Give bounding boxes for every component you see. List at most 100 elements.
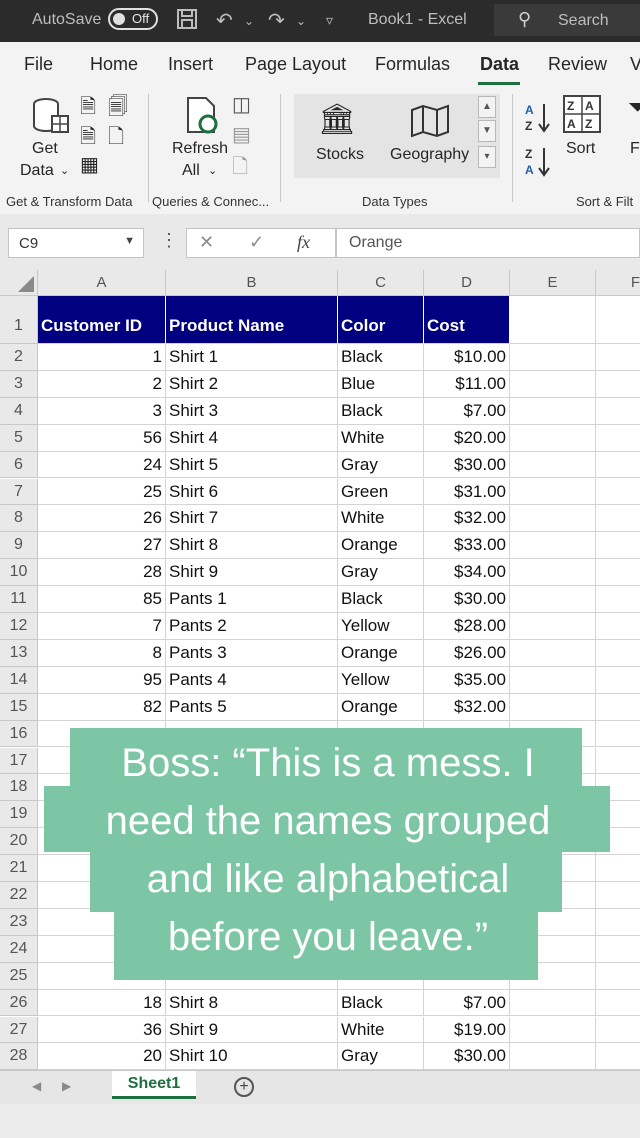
row-header[interactable]: 21 — [0, 855, 38, 882]
row-header[interactable]: 22 — [0, 882, 38, 909]
cell[interactable]: 56 — [38, 424, 166, 452]
cell[interactable]: White — [338, 505, 424, 533]
cell[interactable] — [596, 613, 640, 640]
cell[interactable]: Shirt 4 — [166, 424, 338, 452]
cell[interactable]: Shirt 3 — [166, 397, 338, 425]
from-web-icon[interactable]: 🗎 — [80, 122, 96, 156]
tab-formulas[interactable]: Formulas — [375, 54, 450, 75]
gallery-more[interactable]: ▾ — [478, 146, 496, 168]
tab-review[interactable]: Review — [548, 54, 607, 75]
cell[interactable]: Black — [338, 344, 424, 371]
cell[interactable] — [510, 586, 596, 613]
tab-home[interactable]: Home — [90, 54, 138, 75]
row-header[interactable]: 9 — [0, 532, 38, 560]
sort-a-to-z-button[interactable]: A Z — [524, 100, 552, 134]
cell[interactable]: 25 — [38, 478, 166, 506]
recent-sources-icon[interactable]: 🗐 — [108, 92, 128, 126]
tab-page-layout[interactable]: Page Layout — [245, 54, 346, 75]
cell[interactable] — [596, 532, 640, 560]
cell[interactable] — [510, 370, 596, 398]
cell[interactable] — [596, 505, 640, 533]
row-header[interactable]: 12 — [0, 613, 38, 640]
cell[interactable] — [596, 452, 640, 479]
from-text-icon[interactable]: 🗎 — [80, 92, 96, 126]
tab-file[interactable]: File — [24, 54, 53, 75]
cell[interactable]: 28 — [38, 559, 166, 587]
cell[interactable] — [596, 1017, 640, 1044]
cell[interactable] — [510, 505, 596, 533]
undo-dropdown-icon[interactable]: ⌄ — [244, 14, 254, 28]
cell[interactable]: Product Name — [166, 296, 338, 344]
cell[interactable]: Black — [338, 397, 424, 425]
row-header[interactable]: 24 — [0, 935, 38, 963]
cell[interactable]: $28.00 — [424, 613, 510, 640]
cell[interactable]: $7.00 — [424, 989, 510, 1017]
undo-icon[interactable]: ↶ — [216, 8, 233, 33]
cell[interactable]: 85 — [38, 586, 166, 613]
cell[interactable]: Pants 5 — [166, 693, 338, 721]
cell[interactable]: 18 — [38, 989, 166, 1017]
cell[interactable] — [510, 559, 596, 587]
cell[interactable]: Orange — [338, 693, 424, 721]
cell[interactable]: $20.00 — [424, 424, 510, 452]
cell[interactable]: Orange — [338, 639, 424, 667]
cell[interactable]: $32.00 — [424, 505, 510, 533]
cell[interactable] — [510, 478, 596, 506]
row-header[interactable]: 14 — [0, 666, 38, 694]
customize-toolbar-icon[interactable]: ▿ — [326, 12, 333, 29]
formula-input[interactable]: Orange — [336, 228, 640, 258]
cell[interactable] — [596, 963, 640, 990]
cell[interactable]: Yellow — [338, 666, 424, 694]
cell[interactable]: $11.00 — [424, 370, 510, 398]
geography-button[interactable]: Geography — [388, 102, 474, 172]
cell[interactable]: $19.00 — [424, 1016, 510, 1044]
cell[interactable] — [596, 398, 640, 425]
cell[interactable]: Shirt 5 — [166, 451, 338, 479]
cell[interactable]: Gray — [338, 1043, 424, 1070]
cell[interactable]: Pants 3 — [166, 639, 338, 667]
existing-connections-icon[interactable]: 🗋 — [108, 122, 124, 156]
cell[interactable] — [510, 424, 596, 452]
cell[interactable]: Cost — [424, 296, 510, 344]
column-header-b[interactable]: B — [166, 270, 338, 296]
row-header[interactable]: 8 — [0, 505, 38, 533]
cancel-icon[interactable]: ✕ — [199, 232, 214, 253]
cell[interactable]: Shirt 9 — [166, 1016, 338, 1044]
cell[interactable] — [510, 532, 596, 560]
cell[interactable]: Shirt 9 — [166, 559, 338, 587]
cell[interactable]: $10.00 — [424, 344, 510, 371]
cell[interactable]: Pants 4 — [166, 666, 338, 694]
cell[interactable]: White — [338, 424, 424, 452]
row-header[interactable]: 23 — [0, 908, 38, 936]
cell[interactable]: Black — [338, 586, 424, 613]
get-data-button[interactable]: Get Data ⌄ — [20, 94, 72, 186]
cell[interactable]: $34.00 — [424, 559, 510, 587]
cell[interactable]: Shirt 10 — [166, 1043, 338, 1070]
sort-button[interactable]: Z A A Z Sort — [560, 94, 604, 164]
row-header[interactable]: 2 — [0, 344, 38, 371]
cell[interactable] — [596, 586, 640, 613]
name-box[interactable]: C9 ▼ — [8, 228, 144, 258]
cell[interactable]: Shirt 2 — [166, 370, 338, 398]
row-header[interactable]: 4 — [0, 397, 38, 425]
cell[interactable] — [596, 344, 640, 371]
name-box-dropdown-icon[interactable]: ▼ — [124, 235, 135, 247]
sort-z-to-a-button[interactable]: Z A — [524, 144, 552, 178]
cell[interactable]: 20 — [38, 1043, 166, 1070]
row-header[interactable]: 16 — [0, 720, 38, 748]
cell[interactable]: $30.00 — [424, 1043, 510, 1070]
cell[interactable] — [596, 425, 640, 452]
row-header[interactable]: 7 — [0, 478, 38, 506]
cell[interactable]: Shirt 7 — [166, 505, 338, 533]
cell[interactable] — [596, 479, 640, 506]
row-header[interactable]: 11 — [0, 586, 38, 613]
filter-button[interactable]: ⏷ Fi — [624, 94, 640, 164]
cell[interactable]: 8 — [38, 639, 166, 667]
cell[interactable]: 1 — [38, 344, 166, 371]
row-header[interactable]: 18 — [0, 774, 38, 802]
row-header[interactable]: 3 — [0, 370, 38, 398]
column-header-a[interactable]: A — [38, 270, 166, 296]
insert-function-icon[interactable]: fx — [297, 232, 310, 253]
cell[interactable] — [510, 639, 596, 667]
row-header[interactable]: 27 — [0, 1016, 38, 1044]
